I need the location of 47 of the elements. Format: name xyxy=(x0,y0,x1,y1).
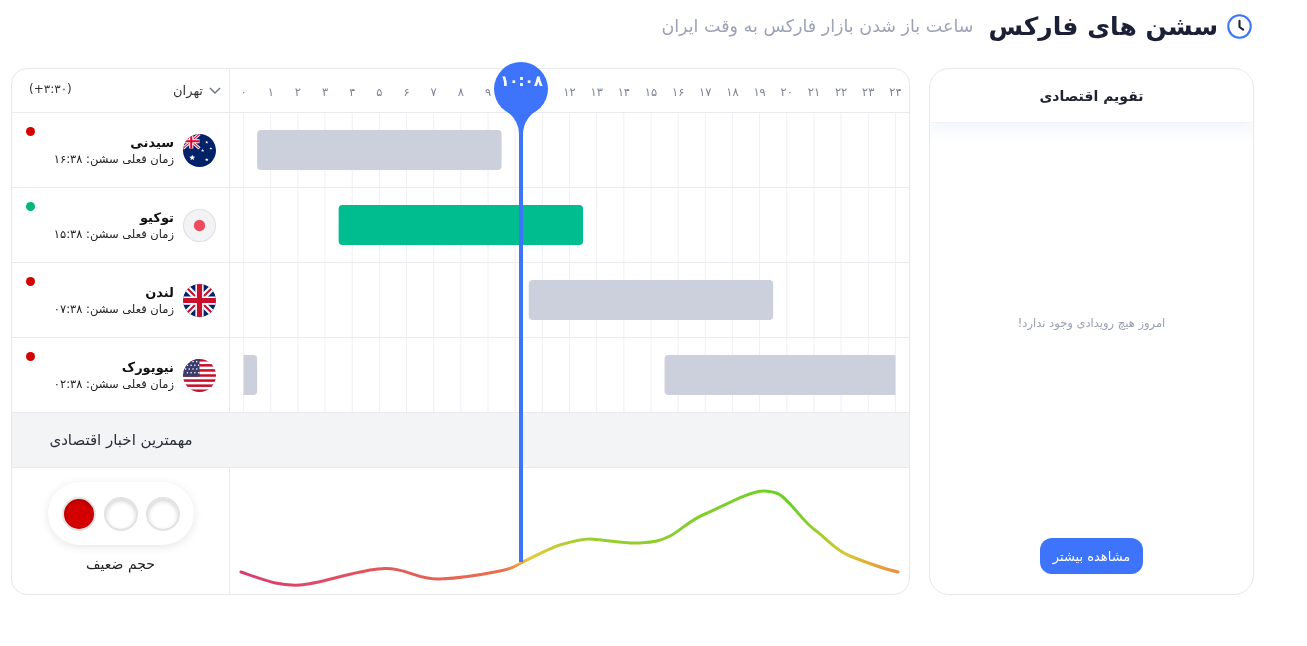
hour-label: ۴ xyxy=(349,85,356,99)
more-button[interactable]: مشاهده بیشتر xyxy=(1039,538,1144,574)
hour-label: ۲ xyxy=(294,85,301,99)
hour-label: ۱۵ xyxy=(644,85,658,99)
current-time-label: ۱۰:۰۸ xyxy=(499,72,544,90)
hour-label: ۱۸ xyxy=(726,85,739,99)
volume-label: حجم ضعیف xyxy=(86,556,155,572)
session-time: زمان فعلی سشن: ۱۶:۳۸ xyxy=(53,151,174,166)
hour-label: ۵ xyxy=(376,85,383,99)
hour-label: ۱۶ xyxy=(671,85,685,99)
chevron-down-icon xyxy=(209,87,221,94)
empty-message: امروز هیچ رویدادی وجود ندارد! xyxy=(1017,315,1166,330)
hour-label: ۸ xyxy=(457,85,464,99)
hour-label: ۳ xyxy=(321,85,329,99)
hour-label: ۶ xyxy=(403,85,410,99)
australia-flag-icon xyxy=(183,133,216,167)
hour-label: ۱۲ xyxy=(563,85,576,99)
hour-label: ۲۴ xyxy=(889,85,902,99)
timezone-dropdown[interactable]: تهران xyxy=(173,83,221,98)
hour-label: ۱۴ xyxy=(617,85,630,99)
uk-flag-icon xyxy=(183,283,216,317)
session-time: زمان فعلی سشن: ۰۲:۳۸ xyxy=(53,376,174,391)
session-time: زمان فعلی سشن: ۱۵:۳۸ xyxy=(53,226,174,241)
city-name: نیویورک xyxy=(120,359,174,375)
hour-label: ۰ xyxy=(240,85,247,99)
hour-label: ۲۱ xyxy=(807,85,821,99)
hour-label: ۱۹ xyxy=(753,85,766,99)
hour-label: ۱ xyxy=(267,85,274,99)
page-title: سشن های فارکس xyxy=(988,11,1218,41)
calendar-title: تقویم اقتصادی xyxy=(1039,87,1144,104)
city-name: توکیو xyxy=(138,209,174,225)
hour-label: ۲۲ xyxy=(834,85,848,99)
us-flag-icon xyxy=(183,358,216,392)
city-name: لندن xyxy=(144,284,174,300)
japan-flag-icon xyxy=(183,208,216,242)
section-title: مهمترین اخبار اقتصادی xyxy=(48,431,194,449)
hour-label: ۱۷ xyxy=(699,85,712,99)
city-name: سیدنی xyxy=(129,134,174,150)
session-time: زمان فعلی سشن: ۰۷:۳۸ xyxy=(53,301,174,316)
hour-label: ۲۳ xyxy=(862,85,875,99)
hour-label: ۷ xyxy=(430,85,437,99)
clock-icon xyxy=(1227,13,1252,39)
timezone-offset: (+۳:۳۰) xyxy=(29,82,72,96)
hour-label: ۹ xyxy=(484,85,492,99)
hour-label: ۱۳ xyxy=(590,85,603,99)
page-subtitle: ساعت باز شدن بازار فارکس به وقت ایران xyxy=(661,16,974,36)
hour-label: ۲۰ xyxy=(780,85,793,99)
